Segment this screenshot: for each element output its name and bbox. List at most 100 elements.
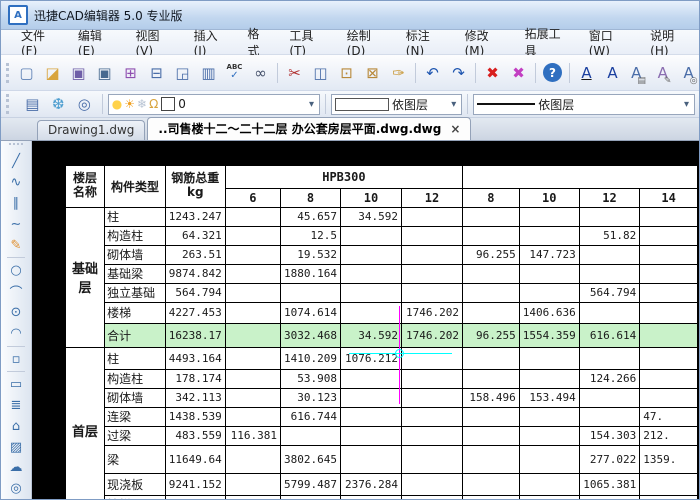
paste-button[interactable]: ⊡ xyxy=(334,61,359,85)
new-file-button[interactable]: ▢ xyxy=(14,61,39,85)
print-setup-button[interactable]: ▥ xyxy=(196,61,221,85)
paste-special-button[interactable]: ⊠ xyxy=(360,61,385,85)
value-cell xyxy=(640,323,698,347)
tab-floorplan[interactable]: ..司售楼十二～二十二层 办公套房层平面.dwg.dwg× xyxy=(147,117,471,140)
value-cell xyxy=(463,369,520,388)
value-cell: 34.592 xyxy=(340,207,401,226)
draw-tool-double-line[interactable]: ∥ xyxy=(3,193,29,214)
draw-tool-rectangle[interactable]: ▭ xyxy=(3,374,29,395)
drawing-canvas[interactable]: 楼层名称构件类型钢筋总重kgHPB3006810128101214基础层柱124… xyxy=(32,141,699,499)
cut-button[interactable]: ✂ xyxy=(282,61,307,85)
layer-walk-button[interactable]: ◎ xyxy=(72,92,97,116)
draw-tool-point[interactable]: ▫ xyxy=(3,349,29,370)
value-cell xyxy=(463,226,520,245)
layer-unlock-icon[interactable]: Ω xyxy=(149,98,158,110)
component-type-cell: 楼梯 xyxy=(105,495,166,499)
layer-freeze-button[interactable]: ❆ xyxy=(46,92,71,116)
total-weight-cell: 483.559 xyxy=(165,426,225,445)
plot-button[interactable]: ⊞ xyxy=(118,61,143,85)
draw-tool-polyline-curve[interactable]: ∼ xyxy=(3,214,29,235)
tab-drawing1[interactable]: Drawing1.dwg xyxy=(37,120,145,140)
copy-button[interactable]: ◫ xyxy=(308,61,333,85)
header-diameter-8: 8 xyxy=(463,188,520,207)
open-file-button[interactable]: ◪ xyxy=(40,61,65,85)
tab-close-icon[interactable]: × xyxy=(450,122,460,136)
text-edit-button[interactable]: A✎ xyxy=(652,61,677,85)
undo-button[interactable]: ↶ xyxy=(420,61,445,85)
header-diameter-10: 10 xyxy=(519,188,579,207)
text-style-button[interactable]: A▤ xyxy=(626,61,651,85)
layer-select[interactable]: ●☀❄Ω 0 ▾ xyxy=(108,94,320,115)
tab-bar: Drawing1.dwg ..司售楼十二～二十二层 办公套房层平面.dwg.dwg… xyxy=(1,118,699,141)
value-cell xyxy=(579,388,640,407)
draw-tool-line[interactable]: ╱ xyxy=(3,152,29,173)
save-button[interactable]: ▣ xyxy=(66,61,91,85)
color-select[interactable]: 依图层 ▾ xyxy=(331,94,462,115)
toolbar-separator xyxy=(467,94,468,114)
draw-tool-arc[interactable]: ⌒ xyxy=(3,281,29,302)
draw-tool-arc-3point[interactable]: ◠ xyxy=(3,323,29,344)
text-find-badge-icon: ◎ xyxy=(690,76,698,86)
total-weight-cell: 263.51 xyxy=(165,245,225,264)
chevron-down-icon[interactable]: ▾ xyxy=(682,99,691,110)
find-button[interactable]: ∞ xyxy=(248,61,273,85)
value-cell xyxy=(519,207,579,226)
draw-tool-multiline[interactable]: ≣ xyxy=(3,395,29,416)
toolbar-separator xyxy=(7,346,25,347)
spell-check-button[interactable]: ABC✓ xyxy=(222,61,247,85)
erase-special-button[interactable]: ✖ xyxy=(506,61,531,85)
value-cell xyxy=(225,347,280,369)
toolbar-separator xyxy=(7,371,25,372)
linetype-select[interactable]: 依图层 ▾ xyxy=(473,94,695,115)
value-cell xyxy=(225,369,280,388)
chevron-down-icon[interactable]: ▾ xyxy=(307,99,316,110)
print-button[interactable]: ⊟ xyxy=(144,61,169,85)
value-cell xyxy=(519,473,579,495)
erase-special-icon: ✖ xyxy=(512,64,525,82)
value-cell: 19.532 xyxy=(281,245,341,264)
draw-tool-donut[interactable]: ◎ xyxy=(3,478,29,499)
value-cell xyxy=(402,473,463,495)
layer-vp-freeze-icon[interactable]: ❄ xyxy=(137,98,147,110)
table-row: 构造柱178.17453.908124.266 xyxy=(65,369,698,388)
layer-freeze-icon: ❆ xyxy=(52,95,65,113)
layer-thaw-sun-icon[interactable]: ☀ xyxy=(124,98,135,110)
layer-on-bulb-icon[interactable]: ● xyxy=(112,98,122,110)
draw-tool-sketch[interactable]: ✎ xyxy=(3,235,29,256)
value-cell xyxy=(519,283,579,302)
value-cell xyxy=(640,495,698,499)
save-as-acis-button[interactable]: ▣ xyxy=(92,61,117,85)
tab-label: Drawing1.dwg xyxy=(48,123,134,137)
main-toolbar: ▢◪▣▣⊞⊟◲▥ABC✓∞✂◫⊡⊠✑↶↷✖✖?AAA▤A✎A◎ xyxy=(1,55,699,91)
cut-icon: ✂ xyxy=(288,64,301,82)
erase-button[interactable]: ✖ xyxy=(480,61,505,85)
value-cell xyxy=(340,226,401,245)
window-title: 迅捷CAD编辑器 5.0 专业版 xyxy=(34,7,183,24)
text-single-line-button[interactable]: A xyxy=(574,61,599,85)
draw-tool-circle[interactable]: ○ xyxy=(3,260,29,281)
save-as-acis-icon: ▣ xyxy=(97,64,111,82)
erase-icon: ✖ xyxy=(486,64,499,82)
linetype-preview xyxy=(477,103,535,105)
total-weight-cell: 342.113 xyxy=(165,388,225,407)
component-type-cell: 现浇板 xyxy=(105,473,166,495)
print-preview-button[interactable]: ◲ xyxy=(170,61,195,85)
help-button[interactable]: ? xyxy=(543,63,562,82)
component-type-cell: 楼梯 xyxy=(105,302,166,323)
format-painter-button[interactable]: ✑ xyxy=(386,61,411,85)
value-cell: 3802.645 xyxy=(281,445,341,473)
layer-properties-button[interactable]: ▤ xyxy=(20,92,45,116)
text-multi-line-button[interactable]: A xyxy=(600,61,625,85)
draw-tool-ellipse[interactable]: ⊙ xyxy=(3,302,29,323)
draw-tool-revision-cloud[interactable]: ☁ xyxy=(3,458,29,479)
value-cell xyxy=(225,473,280,495)
chevron-down-icon[interactable]: ▾ xyxy=(449,99,458,110)
draw-tool-spline[interactable]: ∿ xyxy=(3,172,29,193)
value-cell xyxy=(463,426,520,445)
redo-button[interactable]: ↷ xyxy=(446,61,471,85)
text-find-button[interactable]: A◎ xyxy=(678,61,700,85)
component-type-cell: 砌体墙 xyxy=(105,245,166,264)
draw-toolbar: ╱∿∥∼✎ ○⌒⊙◠ ▫ ▭≣⌂▨☁◎ xyxy=(1,141,32,499)
draw-tool-hatch[interactable]: ▨ xyxy=(3,437,29,458)
draw-tool-polygon[interactable]: ⌂ xyxy=(3,416,29,437)
